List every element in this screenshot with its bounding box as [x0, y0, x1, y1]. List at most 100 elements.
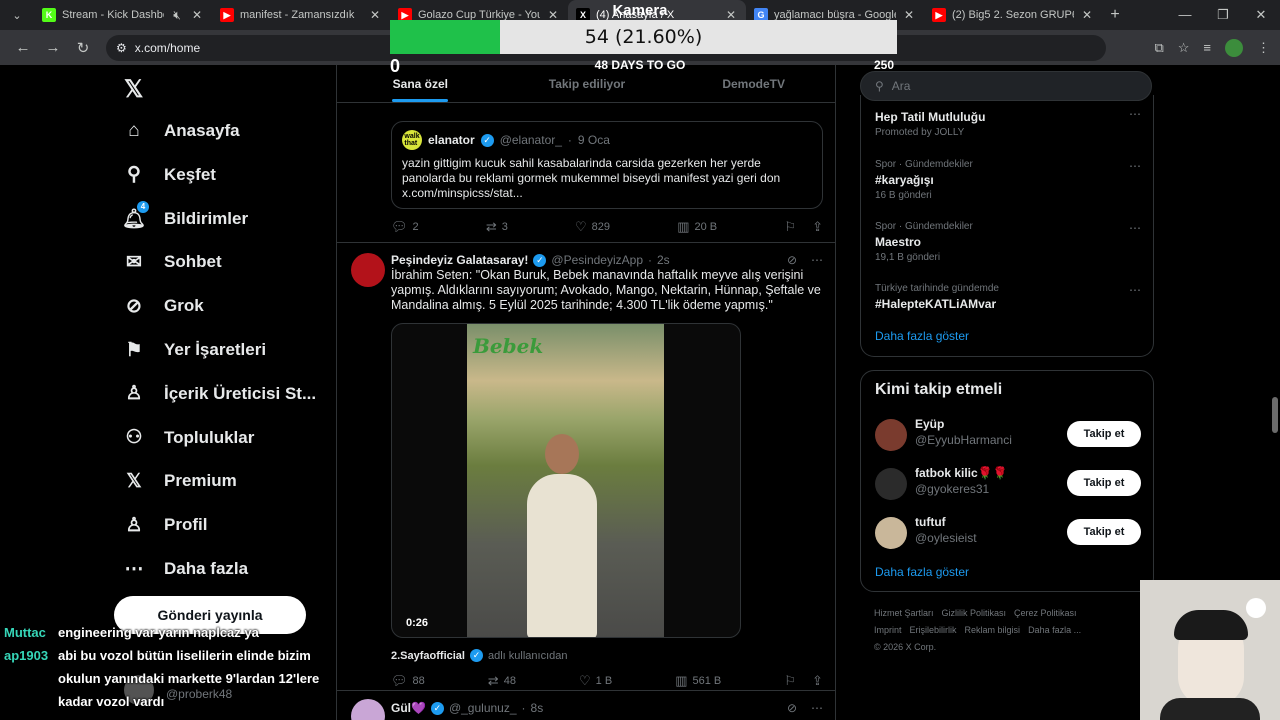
trend-meta: Türkiye tarihinde gündemde — [875, 283, 999, 294]
repost-button[interactable]: ⇄ 3 — [486, 219, 508, 235]
footer-link[interactable]: Reklam bilgisi — [965, 625, 1021, 635]
share-icon[interactable]: ⇪ — [812, 219, 823, 235]
trend-item[interactable]: Spor · Gündemdekiler Maestro 19,1 B gönder… — [875, 221, 1141, 263]
follow-button[interactable]: Takip et — [1067, 519, 1141, 545]
reload-icon[interactable]: ↻ — [68, 39, 98, 57]
trend-count: Promoted by JOLLY — [875, 127, 965, 138]
close-tab-icon[interactable]: ✕ — [1080, 8, 1094, 22]
follow-button[interactable]: Takip et — [1067, 470, 1141, 496]
page-scrollbar[interactable] — [1272, 397, 1278, 433]
nav-item-communities[interactable]: ⚇ Topluluklar — [122, 418, 254, 458]
video-credit[interactable]: 2.Sayfaofficial ✓ adlı kullanıcıdan — [391, 649, 567, 662]
who-show-more[interactable]: Daha fazla göster — [875, 565, 969, 579]
nav-item-search[interactable]: ⚲ Keşfet — [122, 155, 216, 195]
bookmark-icon[interactable]: ⚐ — [784, 219, 796, 235]
grok-icon[interactable]: ⊘ — [787, 253, 797, 267]
who-to-follow-item[interactable]: fatbok kilic🌹🌹 @gyokeres31 Takip et — [875, 464, 1141, 504]
quoted-tweet[interactable]: walk that elanator ✓ @elanator_ · 9 Oca y… — [391, 121, 823, 209]
post-video[interactable]: Bebek 0:26 — [391, 323, 741, 638]
follow-button[interactable]: Takip et — [1067, 421, 1141, 447]
x-logo-icon[interactable]: 𝕏 — [124, 75, 143, 104]
like-button[interactable]: ♡ 829 — [575, 219, 610, 235]
browser-tab[interactable]: ▶ manifest - Zamansızdık ✕ — [212, 0, 390, 30]
user-avatar[interactable] — [875, 517, 907, 549]
close-window-button[interactable]: ✕ — [1242, 0, 1280, 30]
browser-tab[interactable]: K Stream - Kick Dashboard 🔇︎ ✕ — [34, 0, 212, 30]
browser-tab[interactable]: ▶ (2) Big5 2. Sezon GRUP6 Sa ✕ — [924, 0, 1102, 30]
user-name[interactable]: Eyüp — [915, 417, 944, 431]
views-button[interactable]: ▥ 20 B — [677, 219, 717, 235]
user-name[interactable]: tuftuf — [915, 515, 946, 529]
author-handle[interactable]: @PesindeyizApp — [551, 253, 643, 267]
tab-for-you[interactable]: Sana özel — [337, 65, 504, 102]
user-avatar[interactable] — [875, 468, 907, 500]
footer-link[interactable]: Hizmet Şartları — [874, 608, 934, 618]
nav-item-x[interactable]: 𝕏 Premium — [122, 461, 236, 501]
more-options-icon[interactable]: ⋯ — [1129, 221, 1141, 235]
post-time[interactable]: 8s — [531, 701, 544, 715]
user-avatar[interactable] — [875, 419, 907, 451]
nav-item-creator[interactable]: ♙ İçerik Üreticisi St... — [122, 374, 316, 414]
forward-icon[interactable]: → — [38, 39, 68, 56]
restore-button[interactable]: ❐ — [1204, 0, 1242, 30]
reply-button[interactable]: 💬︎ 88 — [391, 673, 425, 689]
author-avatar[interactable] — [351, 253, 385, 287]
bookmark-icon[interactable]: ⚐ — [784, 673, 796, 689]
muted-icon[interactable]: 🔇︎ — [170, 8, 184, 23]
trend-item[interactable]: Spor · Gündemdekiler #karyağışı 16 B gönde… — [875, 159, 1141, 201]
post-time[interactable]: 2s — [657, 253, 670, 267]
tab-search-button[interactable]: ⌄ — [0, 0, 34, 30]
author-name[interactable]: Peşindeyiz Galatasaray! — [391, 253, 528, 267]
footer-link[interactable]: Gizlilik Politikası — [942, 608, 1007, 618]
user-name[interactable]: fatbok kilic🌹🌹 — [915, 466, 1008, 480]
nav-item-profile[interactable]: ♙ Profil — [122, 505, 207, 545]
trends-show-more[interactable]: Daha fazla göster — [875, 329, 969, 343]
author-handle[interactable]: @_gulunuz_ — [449, 701, 517, 715]
trends-box: Hep Tatil Mutluluğu Promoted by JOLLY ⋯ Spo… — [860, 95, 1154, 357]
verified-icon: ✓ — [480, 133, 494, 147]
nav-item-more[interactable]: ⋯ Daha fazla — [122, 549, 249, 589]
who-to-follow-item[interactable]: tuftuf @oylesieist Takip et — [875, 513, 1141, 553]
minimize-button[interactable]: — — [1166, 0, 1204, 30]
verified-icon: ✓ — [430, 701, 444, 715]
more-options-icon[interactable]: ⋯ — [1129, 159, 1141, 173]
close-tab-icon[interactable]: ✕ — [368, 8, 382, 22]
trend-item[interactable]: Türkiye tarihinde gündemde #HalepteKATLiA… — [875, 283, 1141, 311]
bookmark-star-icon[interactable]: ☆ — [1178, 40, 1190, 56]
reply-button[interactable]: 💬︎ 2 — [391, 219, 419, 235]
tab-title: (2) Big5 2. Sezon GRUP6 Sa — [952, 9, 1074, 21]
nav-item-bell[interactable]: 🔔︎ 4 Bildirimler — [122, 199, 248, 239]
media-icon[interactable]: ≡ — [1203, 40, 1211, 55]
author-name[interactable]: Gül💜 — [391, 701, 426, 715]
close-tab-icon[interactable]: ✕ — [190, 8, 204, 22]
more-options-icon[interactable]: ⋯ — [811, 253, 823, 267]
repost-button[interactable]: ⇄ 48 — [488, 673, 516, 689]
trend-item[interactable]: Hep Tatil Mutluluğu Promoted by JOLLY ⋯ — [875, 107, 1141, 138]
views-button[interactable]: ▥ 561 B — [675, 673, 721, 689]
new-tab-button[interactable]: + — [1102, 6, 1128, 24]
profile-avatar[interactable] — [1225, 38, 1243, 57]
install-icon[interactable]: ⧉ — [1154, 40, 1163, 56]
close-tab-icon[interactable]: ✕ — [902, 8, 916, 22]
like-button[interactable]: ♡ 1 B — [579, 673, 612, 689]
more-options-icon[interactable]: ⋯ — [1129, 283, 1141, 297]
back-icon[interactable]: ← — [8, 39, 38, 56]
footer-link[interactable]: Erişilebilirlik — [910, 625, 957, 635]
nav-item-grok[interactable]: ⊘ Grok — [122, 286, 204, 326]
author-avatar[interactable] — [351, 699, 385, 720]
share-icon[interactable]: ⇪ — [812, 673, 823, 689]
menu-icon[interactable]: ⋮ — [1257, 40, 1270, 56]
site-info-icon[interactable]: ⚙ — [116, 41, 127, 55]
reply-icon: 💬︎ — [391, 673, 408, 688]
nav-item-home[interactable]: ⌂ Anasayfa — [122, 111, 239, 151]
grok-icon[interactable]: ⊘ — [787, 701, 797, 715]
more-options-icon[interactable]: ⋯ — [1129, 107, 1141, 121]
more-options-icon[interactable]: ⋯ — [811, 701, 823, 715]
who-to-follow-item[interactable]: Eyüp @EyyubHarmanci Takip et — [875, 415, 1141, 455]
nav-item-mail[interactable]: ✉ Sohbet — [122, 242, 222, 282]
post-text: İbrahim Seten: "Okan Buruk, Bebek manavı… — [391, 268, 821, 312]
footer-link[interactable]: Imprint — [874, 625, 902, 635]
footer-link[interactable]: Daha fazla ... — [1028, 625, 1081, 635]
nav-item-bookmark[interactable]: ⚑ Yer İşaretleri — [122, 330, 266, 370]
footer-link[interactable]: Çerez Politikası — [1014, 608, 1077, 618]
